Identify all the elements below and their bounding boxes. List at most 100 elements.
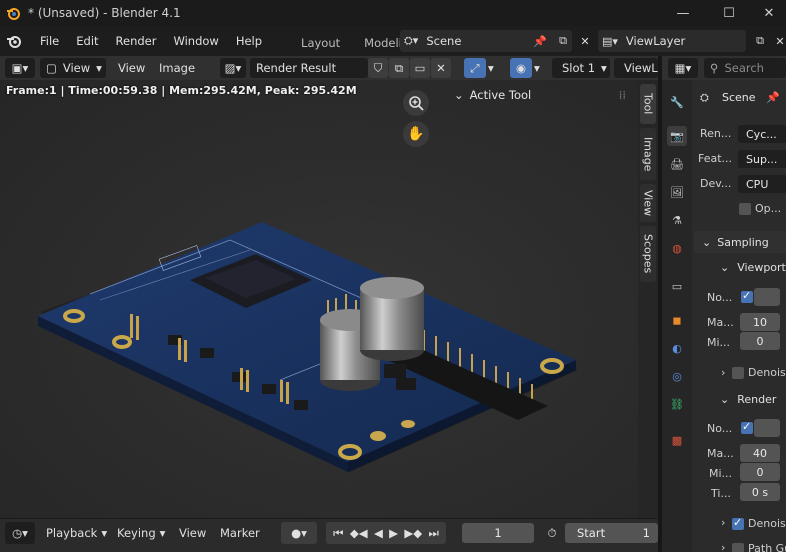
stopwatch-icon[interactable]: ⏱: [541, 522, 563, 544]
minimize-icon[interactable]: —: [660, 0, 706, 26]
properties-editor-type-icon[interactable]: ▦▾: [668, 58, 698, 78]
delete-view-layer-icon[interactable]: ✕: [770, 31, 786, 51]
menu-edit[interactable]: Edit: [68, 34, 107, 48]
image-name-field[interactable]: Render Result: [250, 58, 368, 78]
timeline-editor-type-icon[interactable]: ◷▾: [5, 522, 35, 544]
viewport-denoise-checkbox[interactable]: [732, 367, 744, 379]
sampling-panel-header[interactable]: ⌄ Sampling: [694, 231, 786, 253]
play-reverse-icon[interactable]: ◀: [374, 526, 383, 540]
drag-handle-icon[interactable]: ⁞⁞: [619, 88, 626, 102]
render-denoise-checkbox[interactable]: ✓: [732, 516, 744, 530]
chevron-down-icon[interactable]: ▾: [534, 58, 546, 78]
menu-help[interactable]: Help: [228, 34, 271, 48]
start-frame-field[interactable]: Start 1: [565, 523, 658, 543]
auto-keying-icon[interactable]: ●▾: [281, 522, 317, 544]
open-folder-icon[interactable]: ▭: [410, 58, 430, 78]
viewport-noise-checkbox[interactable]: ✓: [741, 289, 753, 303]
blender-menu-icon[interactable]: [5, 32, 23, 50]
render-engine-dropdown[interactable]: Cyc...: [738, 125, 786, 143]
menu-image[interactable]: Image: [159, 58, 195, 78]
new-image-icon[interactable]: ⧉: [389, 58, 409, 78]
fake-user-icon[interactable]: ⛉: [368, 58, 388, 78]
pin-icon[interactable]: 📌: [530, 31, 550, 51]
new-view-layer-icon[interactable]: ⧉: [750, 31, 770, 51]
current-frame-field[interactable]: 1: [462, 523, 534, 543]
path-guiding-checkbox[interactable]: [732, 543, 744, 552]
render-min-samples-value: 0: [756, 465, 764, 479]
hand-pan-icon[interactable]: ✋: [403, 121, 429, 147]
collection-properties-icon[interactable]: ▭: [667, 276, 687, 296]
scene-properties-icon[interactable]: ⚗: [667, 210, 687, 230]
feature-set-dropdown[interactable]: Sup...: [738, 150, 786, 168]
render-subpanel-header[interactable]: ⌄ Render: [716, 388, 786, 410]
delete-scene-icon[interactable]: ✕: [575, 31, 595, 51]
menu-window[interactable]: Window: [165, 34, 227, 48]
viewport-subpanel-title: Viewport: [737, 260, 786, 274]
render-noise-threshold[interactable]: [754, 419, 780, 437]
jump-start-icon[interactable]: ⏮: [333, 526, 343, 541]
open-shading-checkbox[interactable]: [739, 203, 751, 215]
render-min-samples-field[interactable]: 0: [740, 463, 780, 481]
image-browse-icon[interactable]: ▨▾: [220, 58, 246, 78]
new-scene-icon[interactable]: ⧉: [553, 31, 573, 51]
view-layer-selector[interactable]: ▤▾ ViewLayer: [598, 30, 746, 52]
constraint-properties-icon[interactable]: ⛓: [667, 394, 687, 414]
menu-file[interactable]: File: [32, 34, 68, 48]
menu-render[interactable]: Render: [108, 34, 166, 48]
render-noise-checkbox[interactable]: ✓: [741, 420, 753, 434]
tab-image[interactable]: Image: [640, 128, 656, 180]
image-icon: ▢: [46, 61, 57, 75]
texture-properties-icon[interactable]: ▩: [667, 430, 687, 450]
display-channels-icon[interactable]: ◉: [510, 58, 532, 78]
render-min-samples-label: Mi...: [709, 467, 733, 480]
zoom-icon[interactable]: [403, 90, 429, 116]
view-layer-dropdown[interactable]: ViewL: [614, 58, 658, 78]
sample-tool-icon[interactable]: ⤢: [464, 58, 486, 78]
chevron-right-icon[interactable]: ›: [721, 516, 725, 529]
viewport-min-samples-field[interactable]: 0: [740, 332, 780, 350]
tab-view[interactable]: View: [640, 184, 656, 222]
render-time-limit-field[interactable]: 0 s: [740, 483, 780, 501]
active-tool-panel-header[interactable]: ⌄ Active Tool ⁞⁞: [448, 84, 634, 106]
viewport-noise-threshold[interactable]: [754, 288, 780, 306]
scene-name: Scene: [426, 34, 462, 48]
device-dropdown[interactable]: CPU: [738, 175, 786, 193]
slot-label: Slot 1: [562, 61, 596, 75]
render-properties-icon[interactable]: 📷: [667, 126, 687, 146]
modifier-properties-icon[interactable]: ◐: [667, 338, 687, 358]
chevron-down-icon[interactable]: ▾: [488, 58, 500, 78]
marker-menu[interactable]: Marker: [220, 522, 260, 544]
slot-dropdown[interactable]: Slot 1 ▾: [552, 58, 610, 78]
jump-end-icon[interactable]: ⏭: [428, 526, 438, 541]
close-icon[interactable]: ✕: [752, 0, 786, 26]
start-frame-value: 1: [642, 526, 650, 540]
physics-properties-icon[interactable]: ◎: [667, 366, 687, 386]
playback-menu[interactable]: Playback ▾: [46, 522, 107, 544]
menu-view[interactable]: View: [118, 58, 145, 78]
tab-scopes[interactable]: Scopes: [640, 226, 656, 282]
prev-keyframe-icon[interactable]: ◆◀: [350, 526, 368, 540]
pin-icon[interactable]: 📌: [766, 91, 780, 104]
object-properties-icon[interactable]: ◼: [667, 310, 687, 330]
view-mode-dropdown[interactable]: ▢ View ▾: [40, 58, 106, 78]
viewport-max-samples-field[interactable]: 10: [740, 313, 780, 331]
viewport-subpanel-header[interactable]: ⌄ Viewport: [716, 256, 786, 278]
view-layer-properties-icon[interactable]: 🖼: [667, 182, 687, 202]
world-properties-icon[interactable]: ◍: [667, 238, 687, 258]
tab-layout[interactable]: Layout: [289, 32, 352, 54]
keying-menu[interactable]: Keying ▾: [117, 522, 165, 544]
maximize-icon[interactable]: ☐: [706, 0, 752, 26]
output-properties-icon[interactable]: 🖨: [667, 154, 687, 174]
tool-settings-icon[interactable]: 🔧: [667, 92, 687, 112]
next-keyframe-icon[interactable]: ▶◆: [404, 526, 422, 540]
timeline-view-menu[interactable]: View: [179, 522, 206, 544]
editor-type-icon[interactable]: ▣▾: [5, 58, 35, 78]
chevron-right-icon[interactable]: ›: [721, 541, 725, 552]
tab-tool[interactable]: Tool: [640, 84, 656, 124]
chevron-right-icon[interactable]: ›: [721, 366, 725, 379]
properties-search-field[interactable]: ⚲ Search: [704, 58, 786, 78]
unlink-icon[interactable]: ✕: [431, 58, 451, 78]
image-viewport[interactable]: Frame:1 | Time:00:59.38 | Mem:295.42M, P…: [0, 80, 638, 518]
render-max-samples-field[interactable]: 40: [740, 444, 780, 462]
play-icon[interactable]: ▶: [389, 526, 398, 540]
